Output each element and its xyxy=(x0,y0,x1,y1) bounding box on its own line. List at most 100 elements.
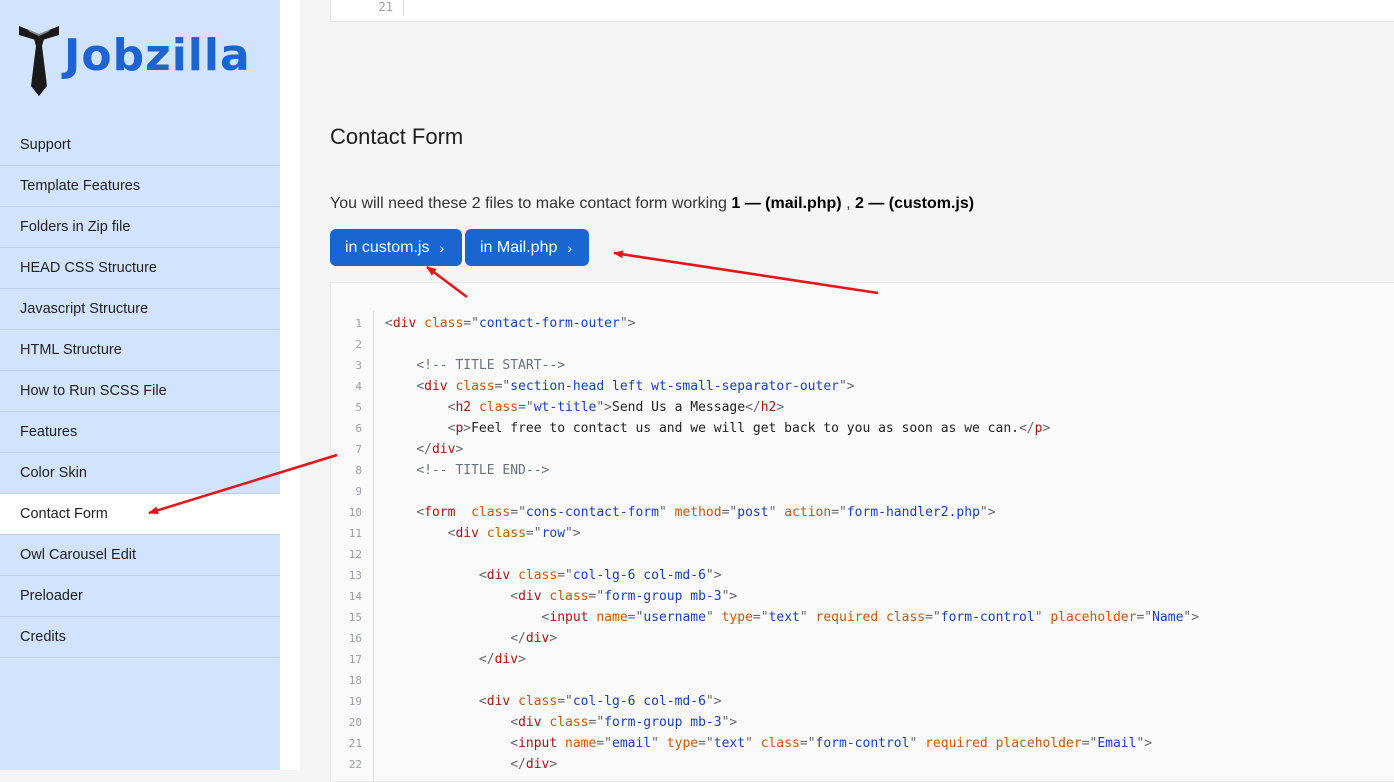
sidebar-item-credits[interactable]: Credits xyxy=(0,617,280,658)
necktie-logo-icon xyxy=(19,26,59,96)
line-number: 19 xyxy=(348,695,362,708)
code-token: "> xyxy=(1136,736,1153,751)
code-text: <!-- TITLE START--> xyxy=(385,355,565,376)
sidebar-nav: Support Template Features Folders in Zip f… xyxy=(0,125,280,658)
line-number: 1 xyxy=(355,317,362,330)
line-number: 4 xyxy=(355,380,362,393)
code-token: =" xyxy=(557,568,573,583)
page-title: Contact Form xyxy=(330,124,464,149)
code-token: form-handler2.php xyxy=(846,505,980,520)
code-text: <div class="section-head left wt-small-s… xyxy=(385,376,854,397)
line-number: 3 xyxy=(355,359,362,372)
sidebar-item-features[interactable]: Features xyxy=(0,412,280,453)
sidebar-item-how-to-run-scss-file[interactable]: How to Run SCSS File xyxy=(0,371,280,412)
intro-text: You will need these 2 files to make cont… xyxy=(330,195,974,213)
code-token: class xyxy=(760,736,800,751)
code-token: =" xyxy=(925,610,941,625)
code-token: =" xyxy=(721,505,738,520)
custom-js-button[interactable]: in custom.js › xyxy=(330,229,462,266)
sidebar-item-template-features[interactable]: Template Features xyxy=(0,166,280,207)
code-token: input xyxy=(549,610,589,625)
code-text: <h2 class="wt-title">Send Us a Message</… xyxy=(385,397,785,418)
line-number: 15 xyxy=(348,611,362,624)
code-token: action xyxy=(784,505,832,520)
code-token: "> xyxy=(721,589,738,604)
code-token: cons-contact-form xyxy=(525,505,659,520)
code-token: div xyxy=(392,316,417,331)
code-token: < xyxy=(478,694,487,709)
line-number: 14 xyxy=(348,590,362,603)
code-token: "> xyxy=(705,694,722,709)
code-token: placeholder xyxy=(995,736,1082,751)
code-token: > xyxy=(463,421,472,436)
code-line: 10 <form class="cons-contact-form" metho… xyxy=(331,502,1391,523)
code-token: div xyxy=(525,631,550,646)
sidebar-item-html-structure[interactable]: HTML Structure xyxy=(0,330,280,371)
code-token: "> xyxy=(721,715,738,730)
code-token: class xyxy=(549,589,589,604)
code-token: " xyxy=(658,505,667,520)
code-token: < xyxy=(416,505,425,520)
line-number: 21 xyxy=(378,0,393,14)
line-number: 13 xyxy=(348,569,362,582)
sidebar-item-head-css-structure[interactable]: HEAD CSS Structure xyxy=(0,248,280,289)
code-block[interactable]: 1 <div class="contact-form-outer"> 2 3 <!--… xyxy=(330,282,1394,782)
mail-php-button[interactable]: in Mail.php › xyxy=(465,229,589,266)
code-token: h2 xyxy=(455,400,472,415)
code-text: </div> xyxy=(385,628,557,649)
code-token: < xyxy=(478,568,487,583)
code-token: Send Us a Message xyxy=(612,400,746,415)
code-text: </div> xyxy=(385,649,526,670)
sidebar-item-preloader[interactable]: Preloader xyxy=(0,576,280,617)
line-number: 8 xyxy=(355,464,362,477)
sidebar-item-color-skin[interactable]: Color Skin xyxy=(0,453,280,494)
code-token: username xyxy=(643,610,706,625)
code-line: 9 xyxy=(331,481,1391,502)
code-line: 8 <!-- TITLE END--> xyxy=(331,460,1391,481)
code-text: <p>Feel free to contact us and we will g… xyxy=(385,418,1051,439)
code-token: class xyxy=(518,568,558,583)
code-token: required xyxy=(815,610,879,625)
code-token: form xyxy=(424,505,456,520)
line-number: 16 xyxy=(348,632,362,645)
code-token: " xyxy=(745,736,753,751)
sidebar-item-javascript-structure[interactable]: Javascript Structure xyxy=(0,289,280,330)
sidebar-item-support[interactable]: Support xyxy=(0,125,280,166)
code-token: row xyxy=(541,526,566,541)
code-token: =" xyxy=(596,736,612,751)
sidebar-item-folders-in-zip-file[interactable]: Folders in Zip file xyxy=(0,207,280,248)
code-line: 15 <input name="username" type="text" re… xyxy=(331,607,1391,628)
code-token: > xyxy=(455,442,464,457)
code-token: class xyxy=(471,505,511,520)
code-token: div xyxy=(518,715,542,730)
code-token: placeholder xyxy=(1050,610,1137,625)
code-line: 13 <div class="col-lg-6 col-md-6"> xyxy=(331,565,1391,586)
previous-code-block: 21 xyxy=(330,0,1394,22)
code-text: <div class="col-lg-6 col-md-6"> xyxy=(385,565,722,586)
sidebar-item-owl-carousel-edit[interactable]: Owl Carousel Edit xyxy=(0,535,280,576)
code-token: form-control xyxy=(940,610,1035,625)
sidebar-item-contact-form[interactable]: Contact Form xyxy=(0,494,280,535)
code-line: 19 <div class="col-lg-6 col-md-6"> xyxy=(331,691,1391,712)
code-token: email xyxy=(612,736,652,751)
custom-js-button-label: in custom.js xyxy=(345,238,430,256)
code-token: > xyxy=(776,400,785,415)
logo[interactable]: Jobzilla xyxy=(18,24,251,98)
code-line: 6 <p>Feel free to contact us and we will… xyxy=(331,418,1391,439)
code-token: text xyxy=(768,610,800,625)
